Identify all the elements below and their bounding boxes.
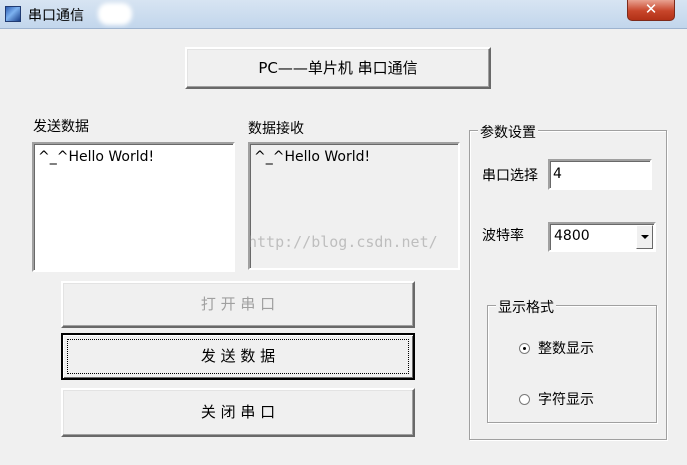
header-button-label: PC——单片机 串口通信 bbox=[258, 59, 418, 77]
watermark: http://blog.csdn.net/ bbox=[248, 233, 438, 251]
header-button[interactable]: PC——单片机 串口通信 bbox=[185, 47, 491, 89]
baud-rate-select[interactable]: 4800 bbox=[548, 222, 656, 252]
focus-ring bbox=[67, 339, 409, 374]
app-icon bbox=[5, 6, 21, 22]
params-group-label: 参数设置 bbox=[478, 122, 538, 142]
radio-unchecked-icon bbox=[519, 394, 530, 405]
send-data-button[interactable]: 发 送 数 据 bbox=[61, 333, 415, 380]
display-format-label: 显示格式 bbox=[496, 297, 556, 317]
send-data-label: 发送数据 bbox=[33, 119, 89, 135]
radio-char-label: 字符显示 bbox=[538, 392, 594, 408]
close-port-label: 关 闭 串 口 bbox=[200, 403, 276, 421]
radio-integer-label: 整数显示 bbox=[538, 341, 594, 357]
receive-data-label: 数据接收 bbox=[248, 121, 304, 137]
close-port-button[interactable]: 关 闭 串 口 bbox=[61, 388, 415, 437]
receive-data-text: ^_^Hello World! bbox=[254, 149, 371, 165]
open-port-button[interactable]: 打 开 串 口 bbox=[61, 281, 415, 328]
close-button[interactable]: ✕ bbox=[627, 0, 675, 21]
open-port-label: 打 开 串 口 bbox=[200, 295, 276, 313]
baud-rate-label: 波特率 bbox=[482, 228, 524, 244]
radio-char-display[interactable]: 字符显示 bbox=[519, 389, 594, 409]
port-select-label: 串口选择 bbox=[482, 168, 538, 184]
title-obscured-area bbox=[98, 3, 132, 25]
send-data-input[interactable]: ^_^Hello World! bbox=[32, 142, 235, 272]
chevron-down-icon[interactable] bbox=[636, 225, 653, 249]
port-select-value: 4 bbox=[553, 166, 562, 182]
baud-rate-value: 4800 bbox=[554, 228, 590, 244]
window-title: 串口通信 bbox=[28, 8, 84, 24]
radio-integer-display[interactable]: 整数显示 bbox=[519, 338, 594, 358]
title-bar[interactable]: 串口通信 ✕ bbox=[0, 0, 687, 29]
radio-checked-icon bbox=[519, 343, 530, 354]
send-data-text: ^_^Hello World! bbox=[38, 149, 155, 165]
port-select-input[interactable]: 4 bbox=[548, 159, 652, 190]
